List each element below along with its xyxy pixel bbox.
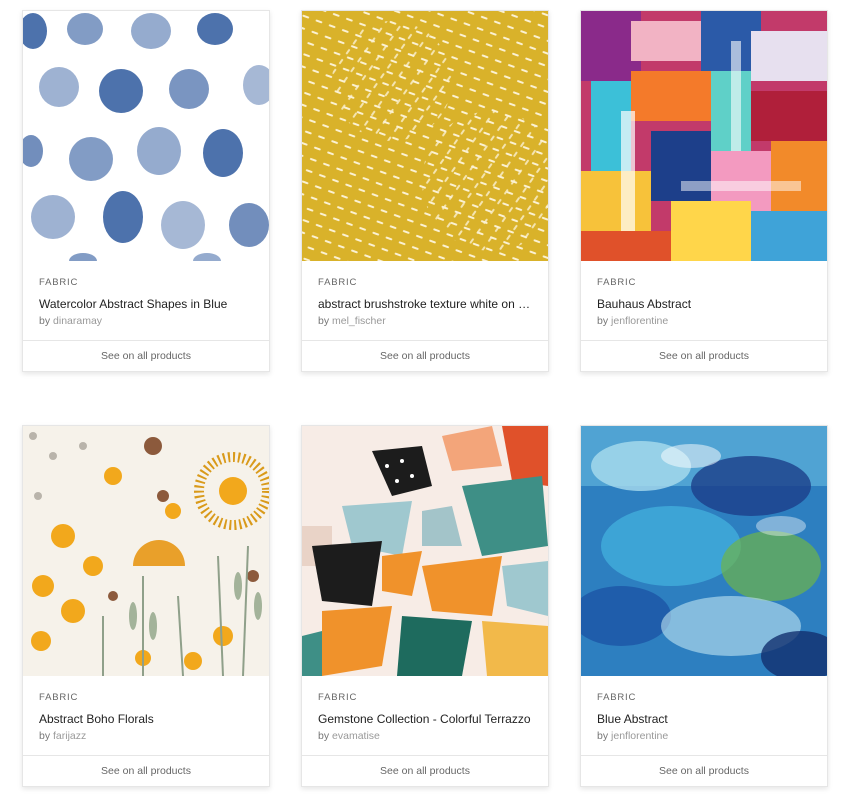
product-byline: by jenflorentine [597,729,815,743]
mustard-brushstroke-pattern [302,11,548,261]
product-byline: by farijazz [39,729,257,743]
product-title[interactable]: Bauhaus Abstract [597,296,815,312]
product-card[interactable]: FABRIC abstract brushstroke texture whit… [301,10,549,372]
product-category: FABRIC [597,277,637,288]
product-image-blue-abstract[interactable] [581,426,827,676]
by-label: by [597,315,609,327]
terrazzo-pattern [302,426,548,676]
see-on-all-products-button[interactable]: See on all products [23,340,269,371]
see-on-all-products-button[interactable]: See on all products [581,340,827,371]
blue-abstract-pattern [581,426,827,676]
product-image-mustard-brushstroke[interactable] [302,11,548,261]
product-card[interactable]: FABRIC Watercolor Abstract Shapes in Blu… [22,10,270,372]
product-category: FABRIC [597,692,637,703]
by-label: by [318,730,330,742]
designer-link[interactable]: mel_fischer [332,315,386,327]
designer-link[interactable]: dinaramay [53,315,102,327]
designer-link[interactable]: evamatise [332,730,380,742]
product-image-boho-florals[interactable] [23,426,269,676]
product-byline: by evamatise [318,729,536,743]
product-byline: by mel_fischer [318,314,536,328]
product-byline: by dinaramay [39,314,257,328]
product-category: FABRIC [39,277,79,288]
designer-link[interactable]: jenflorentine [611,730,668,742]
product-title[interactable]: Gemstone Collection - Colorful Terrazzo [318,711,536,727]
by-label: by [597,730,609,742]
boho-florals-pattern [23,426,269,676]
product-card[interactable]: FABRIC Bauhaus Abstract by jenflorentine… [580,10,828,372]
product-image-terrazzo[interactable] [302,426,548,676]
product-category: FABRIC [39,692,79,703]
product-byline: by jenflorentine [597,314,815,328]
product-title[interactable]: Abstract Boho Florals [39,711,257,727]
product-card[interactable]: FABRIC Blue Abstract by jenflorentine Se… [580,425,828,787]
product-title[interactable]: abstract brushstroke texture white on mu… [318,296,536,312]
designer-link[interactable]: jenflorentine [611,315,668,327]
product-image-watercolor-blue[interactable] [23,11,269,261]
product-title[interactable]: Watercolor Abstract Shapes in Blue [39,296,257,312]
by-label: by [318,315,330,327]
see-on-all-products-button[interactable]: See on all products [302,340,548,371]
see-on-all-products-button[interactable]: See on all products [581,755,827,786]
watercolor-blue-pattern [23,11,269,261]
product-category: FABRIC [318,692,358,703]
see-on-all-products-button[interactable]: See on all products [23,755,269,786]
product-title[interactable]: Blue Abstract [597,711,815,727]
by-label: by [39,315,51,327]
bauhaus-pattern [581,11,827,261]
product-image-bauhaus[interactable] [581,11,827,261]
product-card[interactable]: FABRIC Abstract Boho Florals by farijazz… [22,425,270,787]
by-label: by [39,730,51,742]
product-category: FABRIC [318,277,358,288]
designer-link[interactable]: farijazz [53,730,86,742]
product-card[interactable]: FABRIC Gemstone Collection - Colorful Te… [301,425,549,787]
see-on-all-products-button[interactable]: See on all products [302,755,548,786]
